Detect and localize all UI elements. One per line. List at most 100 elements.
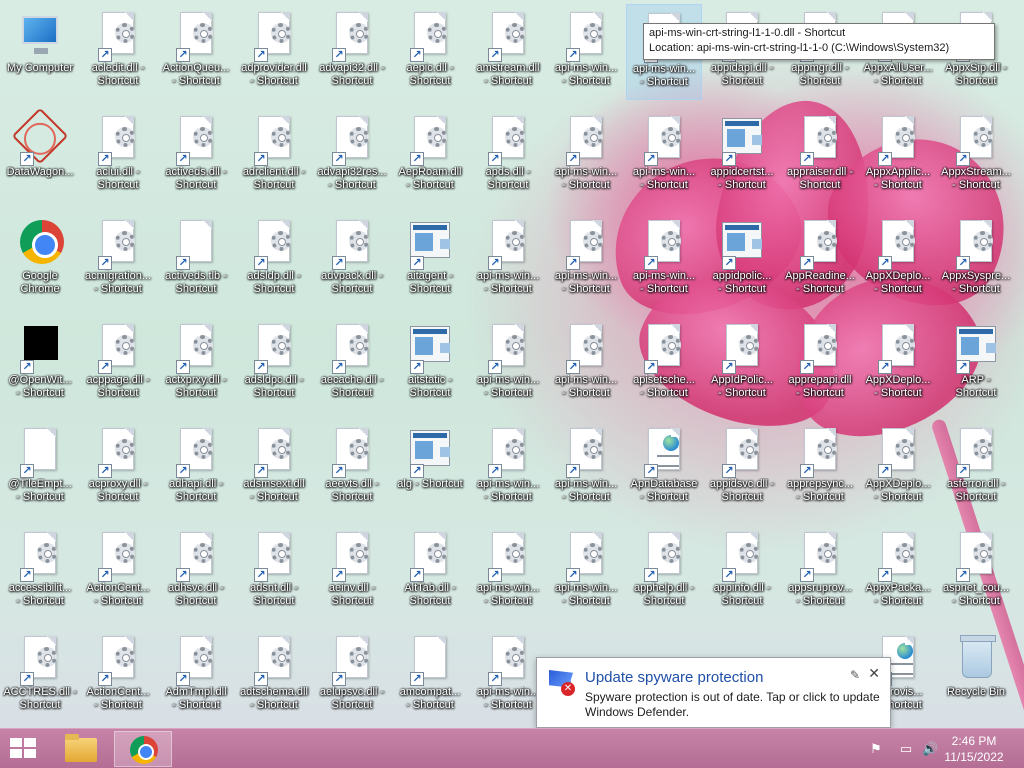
dll-gear-icon: ↗	[954, 428, 998, 478]
desktop-icon[interactable]: ↗ aepic.dll - Shortcut	[392, 4, 468, 100]
desktop-icon[interactable]: ↗api-ms-win... - Shortcut	[548, 420, 624, 516]
desktop-icon-label: AppIdPolic... - Shortcut	[711, 374, 773, 399]
desktop-icon[interactable]: ↗ AdmTmpl.dll - Shortcut	[158, 628, 234, 724]
desktop-icon[interactable]: ↗ AppXDeplo... - Shortcut	[860, 212, 936, 308]
network-icon[interactable]: ▭	[898, 741, 914, 757]
defender-notification[interactable]: ✕ Update spyware protection Spyware prot…	[536, 657, 891, 740]
pin-icon[interactable]: ✎	[850, 668, 860, 682]
desktop-icon[interactable]: ↗ apphelp.dll - Shortcut	[626, 524, 702, 620]
desktop-icon[interactable]: ↗ aecache.dll - Shortcut	[314, 316, 390, 412]
desktop-icon[interactable]: ↗ AppReadine... - Shortcut	[782, 212, 858, 308]
desktop-icon[interactable]: ↗ adsmsext.dll - Shortcut	[236, 420, 312, 516]
desktop-icon[interactable]: ↗ adsnt.dll - Shortcut	[236, 524, 312, 620]
desktop-icon[interactable]: ↗api-ms-win... - Shortcut	[548, 524, 624, 620]
desktop-icon[interactable]: ↗api-ms-win... - Shortcut	[470, 212, 546, 308]
desktop-icon[interactable]: ↗ adhsvc.dll - Shortcut	[158, 524, 234, 620]
desktop-icon-label: adhapi.dll - Shortcut	[169, 478, 223, 503]
desktop-icon[interactable]: ↗api-ms-win... - Shortcut	[470, 524, 546, 620]
desktop-icon[interactable]: ↗ activeds.dll - Shortcut	[158, 108, 234, 204]
taskbar-file-explorer[interactable]	[52, 731, 110, 767]
desktop-icon[interactable]: ↗ AppxStream... - Shortcut	[938, 108, 1014, 204]
desktop-icon[interactable]: ↗ apprepapi.dll - Shortcut	[782, 316, 858, 412]
desktop-icon[interactable]: ↗ actxprxy.dll - Shortcut	[158, 316, 234, 412]
taskbar-chrome[interactable]	[114, 731, 172, 767]
desktop-icon[interactable]: ↗ appinfo.dll - Shortcut	[704, 524, 780, 620]
desktop-icon[interactable]: ↗ aelupsvc.dll - Shortcut	[314, 628, 390, 724]
desktop-icon[interactable]: ↗ DataWagon...	[2, 107, 78, 204]
desktop-icon[interactable]: ↗api-ms-win... - Shortcut	[548, 212, 624, 308]
desktop-icon[interactable]: My Computer	[2, 4, 78, 100]
desktop-icon[interactable]: ↗ appidsvc.dll - Shortcut	[704, 420, 780, 516]
desktop-icon[interactable]: ↗ ARP - Shortcut	[938, 316, 1014, 412]
desktop-icon[interactable]: ↗ @TileEmpt... - Shortcut	[2, 420, 78, 516]
desktop-icon[interactable]: ↗ aitagent - Shortcut	[392, 212, 468, 308]
desktop-icon[interactable]: ↗ aeinv.dll - Shortcut	[314, 524, 390, 620]
desktop-icon[interactable]: Google Chrome	[2, 212, 78, 308]
desktop-icon[interactable]: ↗ acppage.dll - Shortcut	[80, 316, 156, 412]
desktop-icon[interactable]: ↗api-ms-win... - Shortcut	[548, 108, 624, 204]
dll-gear-icon: ↗	[954, 532, 998, 582]
clock[interactable]: 2:46 PM 11/15/2022	[934, 733, 1014, 765]
desktop-icon[interactable]: ↗ aclui.dll - Shortcut	[80, 108, 156, 204]
desktop-icon[interactable]: ↗api-ms-win... - Shortcut	[470, 420, 546, 516]
desktop-icon[interactable]: ↗ alg - Shortcut	[392, 420, 468, 516]
desktop-icon[interactable]: ↗ AppIdPolic... - Shortcut	[704, 316, 780, 412]
desktop-icon[interactable]: Recycle Bin	[938, 628, 1014, 724]
desktop-icon[interactable]: ↗api-ms-win... - Shortcut	[548, 4, 624, 100]
desktop-icon[interactable]: ↗ AppxApplic... - Shortcut	[860, 108, 936, 204]
desktop-icon[interactable]: ↗ ActionQueu... - Shortcut	[158, 4, 234, 100]
desktop-icon[interactable]: ↗ adhapi.dll - Shortcut	[158, 420, 234, 516]
desktop-icon[interactable]: ↗ adsldp.dll - Shortcut	[236, 212, 312, 308]
start-button[interactable]	[10, 738, 38, 760]
desktop-icon[interactable]: ↗ aeevts.dll - Shortcut	[314, 420, 390, 516]
desktop-icon[interactable]: ↗ adtschema.dll - Shortcut	[236, 628, 312, 724]
desktop-icon[interactable]: ↗ adsldpc.dll - Shortcut	[236, 316, 312, 412]
desktop-icon[interactable]: ↗api-ms-win... - Shortcut	[470, 316, 546, 412]
desktop-icon[interactable]: ↗ aitstatic - Shortcut	[392, 316, 468, 412]
desktop-icon[interactable]: ↗ acproxy.dll - Shortcut	[80, 420, 156, 516]
desktop-icon[interactable]: ↗ acledit.dll - Shortcut	[80, 4, 156, 100]
desktop-icon-label: appidpolic... - Shortcut	[712, 270, 772, 295]
desktop-icon[interactable]: ↗ ApnDatabase - Shortcut	[626, 420, 702, 516]
desktop-icon[interactable]: ↗ ActionCent... - Shortcut	[80, 524, 156, 620]
action-center-flag-icon[interactable]: ⚑	[868, 741, 884, 757]
desktop-icon[interactable]: ↗ advapi32.dll - Shortcut	[314, 4, 390, 100]
desktop-icon[interactable]: ↗ appraiser.dll - Shortcut	[782, 108, 858, 204]
desktop-icon[interactable]: ↗ adprovider.dll - Shortcut	[236, 4, 312, 100]
desktop-icon[interactable]: ↗ amcompat... - Shortcut	[392, 628, 468, 724]
desktop-icon[interactable]: ↗api-ms-win... - Shortcut	[470, 628, 546, 724]
desktop-icon[interactable]: ↗ appidpolic... - Shortcut	[704, 212, 780, 308]
desktop-icon[interactable]: ↗ asferror.dll - Shortcut	[938, 420, 1014, 516]
desktop-icon[interactable]: ↗ aspnet_cou... - Shortcut	[938, 524, 1014, 620]
desktop-icon[interactable]: ↗ appidcertst... - Shortcut	[704, 108, 780, 204]
desktop-icon[interactable]: ↗ acmigration... - Shortcut	[80, 212, 156, 308]
desktop-icon[interactable]: ↗ apprepsync... - Shortcut	[782, 420, 858, 516]
desktop-icon[interactable]: ↗ activeds.tlb - Shortcut	[158, 212, 234, 308]
desktop-icon[interactable]: ↗ apds.dll - Shortcut	[470, 108, 546, 204]
desktop-icon[interactable]: ↗ AppXDeplo... - Shortcut	[860, 316, 936, 412]
desktop-icon[interactable]: ↗api-ms-win... - Shortcut	[548, 316, 624, 412]
desktop-icon[interactable]: ↗ appsruprov... - Shortcut	[782, 524, 858, 620]
desktop-icon[interactable]: ↗ AltTab.dll - Shortcut	[392, 524, 468, 620]
desktop-icon-label: aitagent - Shortcut	[407, 270, 453, 295]
desktop-icon[interactable]: ↗ ACCTRES.dll - Shortcut	[2, 628, 78, 724]
desktop-icon[interactable]: ↗api-ms-win... - Shortcut	[626, 108, 702, 204]
close-notification-button[interactable]: ✕	[868, 665, 880, 682]
desktop-icon[interactable]: ↗ ActionCent... - Shortcut	[80, 628, 156, 724]
desktop-icon[interactable]: ↗ advpack.dll - Shortcut	[314, 212, 390, 308]
desktop-icon[interactable]: ↗ accessibilit... - Shortcut	[2, 524, 78, 620]
application-icon: ↗	[720, 220, 764, 270]
desktop-icon[interactable]: ↗ @OpenWit... - Shortcut	[2, 316, 78, 412]
desktop-icon[interactable]: ↗ AppxSyspre... - Shortcut	[938, 212, 1014, 308]
desktop-icon[interactable]: ↗ AepRoam.dll - Shortcut	[392, 108, 468, 204]
desktop-icon[interactable]: ↗ apisetsche... - Shortcut	[626, 316, 702, 412]
desktop-icon[interactable]: ↗ AppxPacka... - Shortcut	[860, 524, 936, 620]
desktop[interactable]: My Computer ↗ acledit.dll - Shortcut ↗ Actio…	[0, 0, 1024, 728]
desktop-icon[interactable]: ↗ adrclient.dll - Shortcut	[236, 108, 312, 204]
notification-body[interactable]: Spyware protection is out of date. Tap o…	[585, 690, 885, 720]
desktop-icon[interactable]: ↗ advapi32res... - Shortcut	[314, 108, 390, 204]
desktop-icon[interactable]: ↗ AppXDeplo... - Shortcut	[860, 420, 936, 516]
desktop-icon[interactable]: ↗api-ms-win... - Shortcut	[626, 212, 702, 308]
notification-title[interactable]: Update spyware protection	[585, 669, 763, 686]
desktop-icon[interactable]: ↗ amstream.dll - Shortcut	[470, 4, 546, 100]
